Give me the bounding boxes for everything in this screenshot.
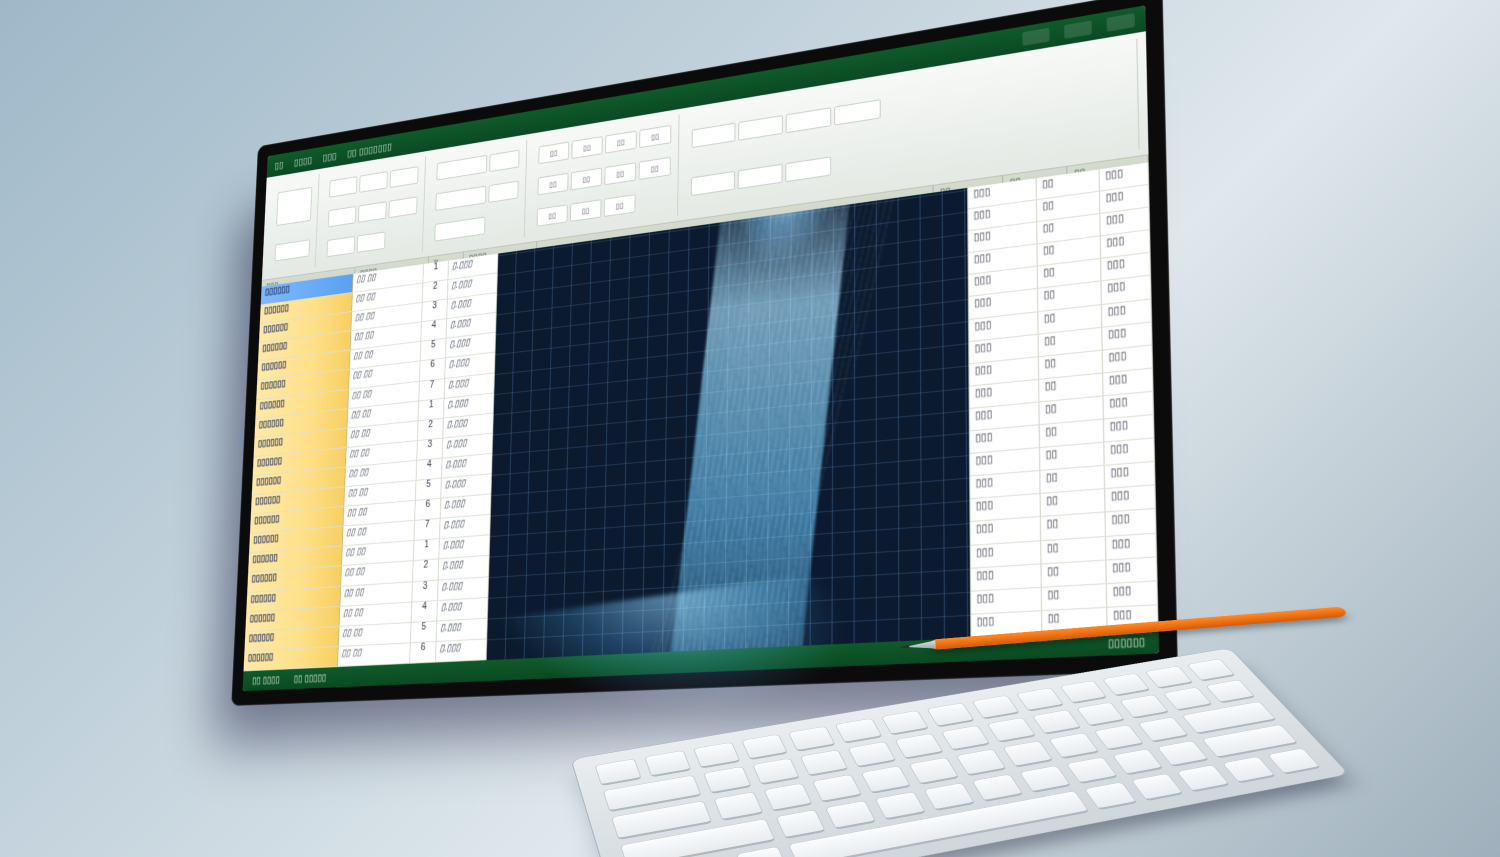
ribbon-button [786,107,832,133]
ribbon-button [328,206,356,227]
ribbon-button [692,122,736,147]
app-title: ▯▯ ▯▯▯▯▯▯▯ [347,140,392,159]
ribbon-button: ▯▯ [571,136,602,159]
status-text: ▯▯▯▯▯▯ [1108,636,1146,650]
ribbon-button [834,99,881,125]
app-menu-item: ▯▯▯ [323,150,337,163]
ribbon-button: ▯▯ [639,157,671,180]
right-data-columns: ▯▯▯▯▯▯▯▯▯▯▯▯▯▯▯▯▯▯▯▯▯▯▯▯▯▯▯▯▯▯▯▯▯▯▯▯▯▯▯▯… [967,162,1158,638]
window-max-icon [1064,20,1092,38]
ribbon-button [738,115,783,141]
ribbon-button [276,187,312,226]
tablet-monitor: ▯▯ ▯▯▯▯ ▯▯▯ ▯▯ ▯▯▯▯▯▯▯ [231,0,1178,706]
app-menu-item: ▯▯ [274,159,283,171]
ribbon-button: ▯▯ [538,173,569,196]
sheet-tab: ▯▯ ▯▯▯▯ [252,675,280,686]
left-data-columns: ▯▯▯▯▯▯▯▯ ▯▯1▯.▯▯▯▯▯▯▯▯▯▯▯ ▯▯2▯.▯▯▯▯▯▯▯▯▯… [243,254,498,672]
window-close-icon [1107,13,1135,32]
ribbon-button [327,236,355,257]
ribbon-button [488,181,518,203]
window-min-icon [1022,28,1049,46]
ribbon-button: ▯▯ [570,199,602,222]
ribbon-button [390,166,419,188]
ribbon-button: ▯▯ [537,204,568,226]
ribbon-button: ▯▯ [605,131,637,154]
ribbon-button [358,201,387,223]
ribbon-button [357,231,386,252]
ribbon-button [329,176,357,197]
ribbon-button [435,186,486,211]
ribbon-button [388,196,417,218]
dark-grid-area [487,188,971,660]
ribbon-button: ▯▯ [639,125,671,148]
ribbon-button [489,150,519,172]
ribbon-button [785,157,831,183]
ribbon-button: ▯▯ [538,142,569,165]
scene: ▯▯ ▯▯▯▯ ▯▯▯ ▯▯ ▯▯▯▯▯▯▯ [0,0,1500,857]
ribbon-button [275,240,310,262]
spreadsheet-window: ▯▯ ▯▯▯▯ ▯▯▯ ▯▯ ▯▯▯▯▯▯▯ [243,5,1160,691]
ribbon-button [434,217,485,242]
ribbon-button: ▯▯ [604,194,636,217]
ribbon-button [359,171,388,193]
ribbon-button: ▯▯ [604,162,636,185]
ribbon-button [738,164,783,189]
ribbon-button: ▯▯ [571,168,602,191]
sheet-tab: ▯▯ ▯▯▯▯▯ [294,673,327,684]
app-menu-item: ▯▯▯▯ [294,154,313,168]
ribbon-button [436,155,487,181]
ribbon-button [691,171,735,196]
